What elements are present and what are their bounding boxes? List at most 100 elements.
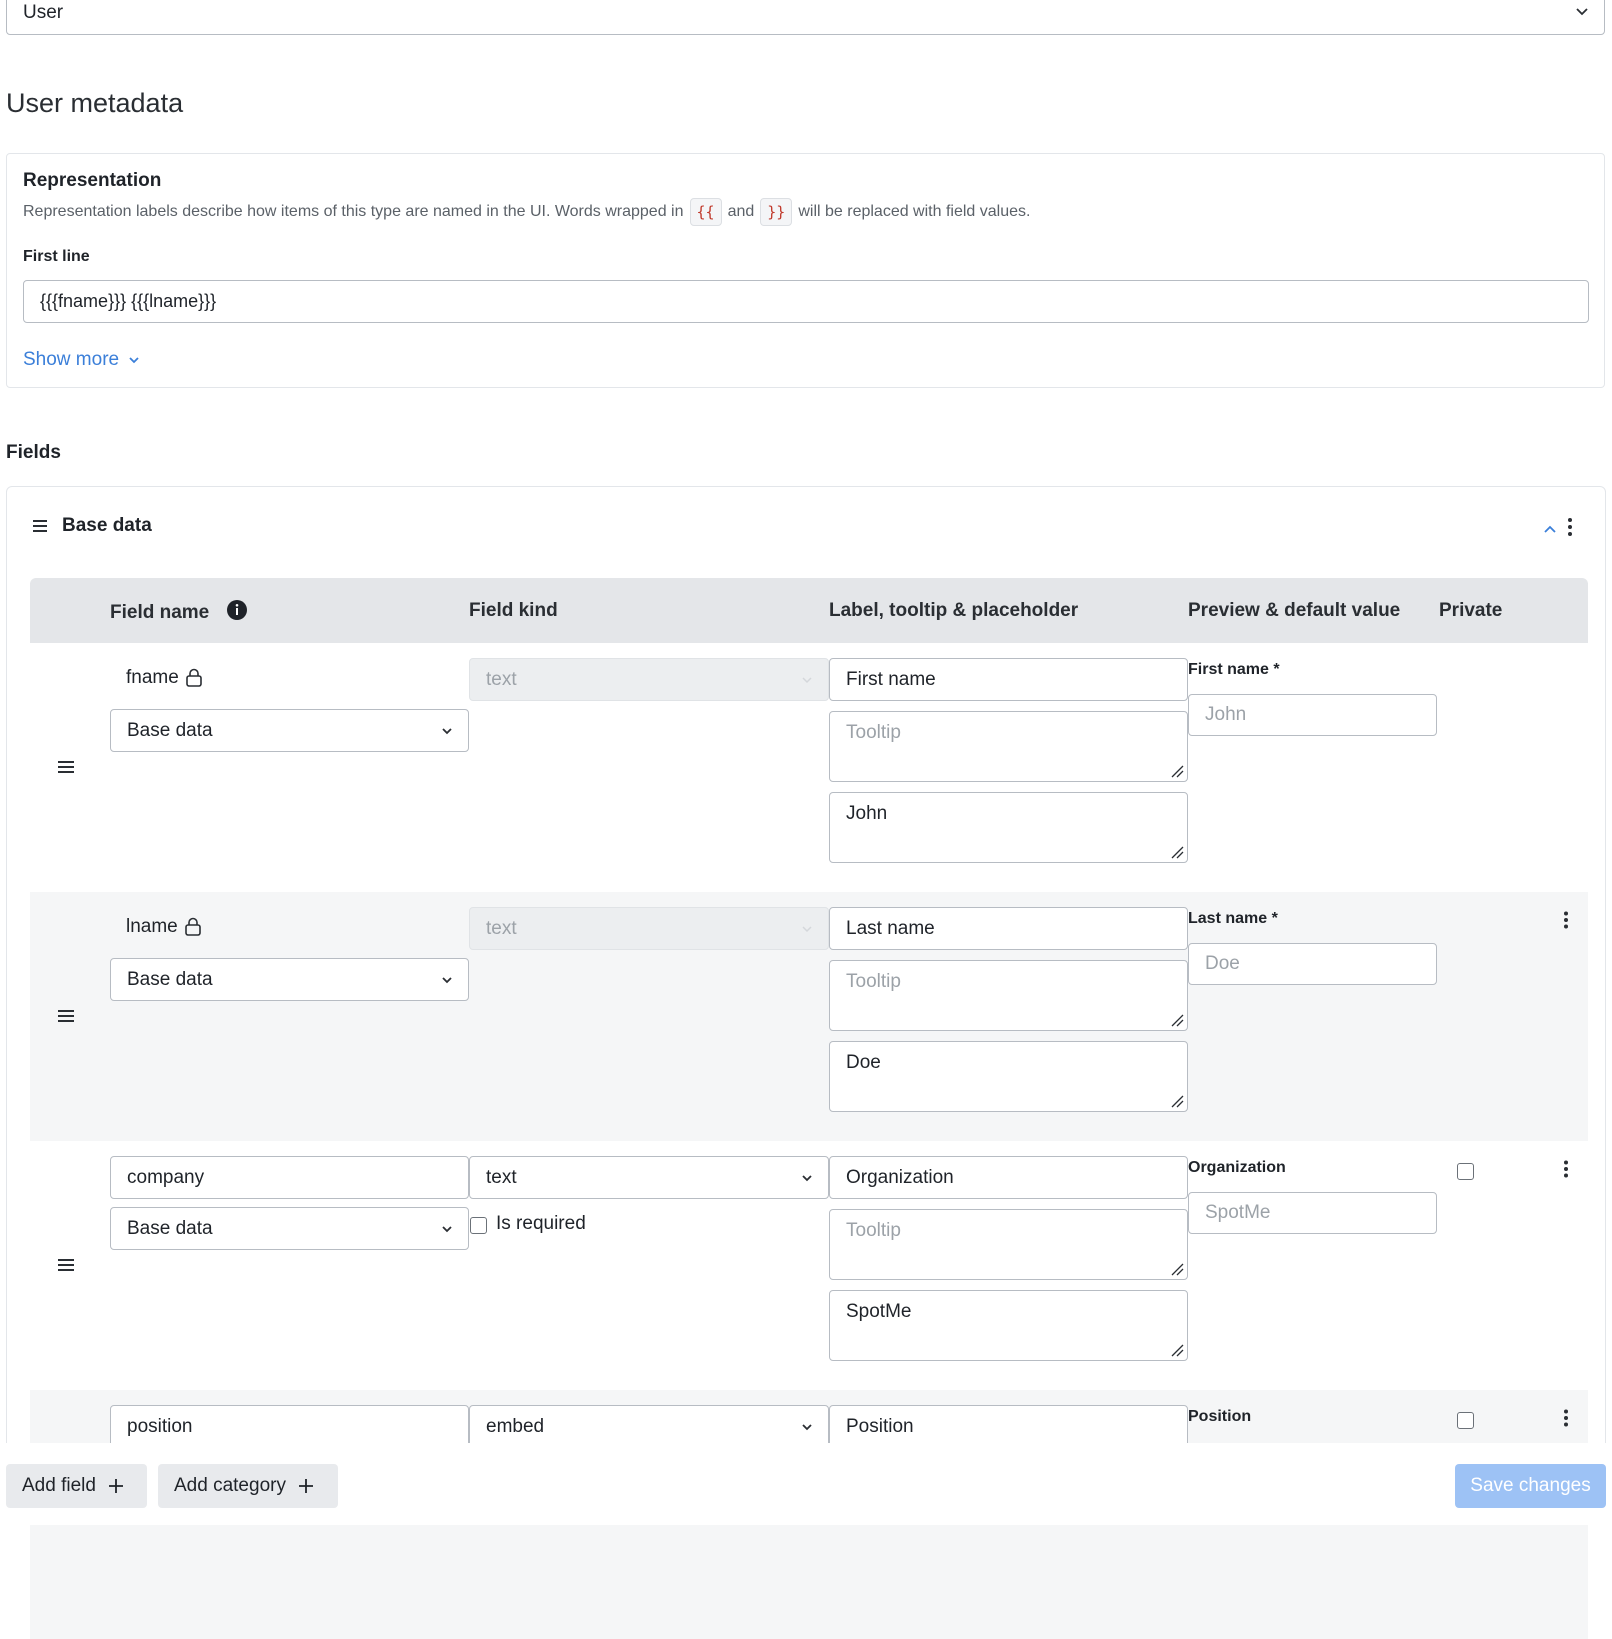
- field-name-input[interactable]: position: [110, 1405, 469, 1448]
- resize-grip-icon[interactable]: [1170, 1094, 1184, 1108]
- label-input[interactable]: First name: [829, 658, 1188, 701]
- preview-input[interactable]: SpotMe: [1188, 1192, 1437, 1234]
- tooltip-textarea[interactable]: Tooltip: [829, 960, 1188, 1031]
- private-checkbox[interactable]: [1457, 1163, 1474, 1180]
- chevron-up-icon[interactable]: [1542, 521, 1558, 537]
- chevron-down-icon: [442, 1226, 452, 1233]
- chevron-down-icon: [802, 926, 812, 933]
- resize-grip-icon[interactable]: [1170, 1013, 1184, 1027]
- category-select-value: Base data: [127, 968, 213, 990]
- type-select-value: User: [23, 1, 64, 23]
- field-kind-value: embed: [486, 1415, 545, 1437]
- private-checkbox[interactable]: [1457, 1412, 1474, 1429]
- field-kind-select: text: [469, 658, 829, 701]
- representation-description: Representation labels describe how items…: [23, 198, 1030, 226]
- plus-icon: [108, 1479, 123, 1493]
- desc-before: Representation labels describe how items…: [23, 203, 684, 220]
- open-token: {{: [689, 198, 722, 226]
- bottom-action-bar: Add field Add category Save changes: [0, 1443, 1612, 1525]
- chevron-down-icon: [802, 1175, 812, 1182]
- header-preview: Preview & default value: [1188, 600, 1401, 621]
- lock-icon: [186, 668, 202, 687]
- placeholder-textarea[interactable]: SpotMe: [829, 1290, 1188, 1361]
- label-input-value: Position: [846, 1415, 914, 1437]
- representation-title: Representation: [23, 170, 162, 191]
- is-required-label: Is required: [496, 1213, 586, 1234]
- first-line-input[interactable]: {{{fname}}} {{{lname}}}: [23, 280, 1589, 323]
- add-field-button[interactable]: Add field: [6, 1464, 147, 1508]
- type-select[interactable]: User: [6, 0, 1605, 35]
- add-field-label: Add field: [22, 1475, 96, 1496]
- table-header: Field name Field kind Label, tooltip & p…: [30, 578, 1588, 643]
- save-changes-button[interactable]: Save changes: [1455, 1464, 1606, 1508]
- label-input[interactable]: Position: [829, 1405, 1188, 1448]
- category-select[interactable]: Base data: [110, 958, 469, 1001]
- fields-heading: Fields: [6, 442, 61, 463]
- placeholder-value: Doe: [846, 1052, 881, 1073]
- field-name-value: lname: [126, 916, 178, 937]
- header-field-name: Field name: [110, 600, 247, 624]
- preview-placeholder: John: [1205, 704, 1247, 725]
- desc-after: will be replaced with field values.: [798, 203, 1031, 220]
- info-icon[interactable]: [226, 600, 247, 620]
- chevron-down-icon: [802, 677, 812, 684]
- field-name-input[interactable]: company: [110, 1156, 469, 1199]
- first-line-label: First line: [23, 248, 90, 265]
- more-vertical-icon[interactable]: [1563, 1409, 1569, 1427]
- category-select-value: Base data: [127, 1217, 213, 1239]
- category-select[interactable]: Base data: [110, 1207, 469, 1250]
- field-name-value: company: [127, 1166, 205, 1188]
- drag-handle-icon[interactable]: [31, 517, 49, 535]
- resize-grip-icon[interactable]: [1170, 1262, 1184, 1276]
- drag-handle-icon[interactable]: [58, 1009, 74, 1023]
- preview-input[interactable]: John: [1188, 694, 1437, 736]
- field-kind-select[interactable]: embed: [469, 1405, 829, 1448]
- chevron-down-icon: [1576, 8, 1588, 16]
- tooltip-textarea[interactable]: Tooltip: [829, 711, 1188, 782]
- category-title: Base data: [62, 515, 152, 536]
- field-kind-value: text: [486, 668, 517, 690]
- add-category-button[interactable]: Add category: [158, 1464, 338, 1508]
- resize-grip-icon[interactable]: [1170, 1343, 1184, 1357]
- placeholder-value: SpotMe: [846, 1301, 912, 1322]
- more-vertical-icon[interactable]: [1567, 517, 1573, 537]
- show-more-label: Show more: [23, 349, 120, 370]
- label-input[interactable]: Organization: [829, 1156, 1188, 1199]
- table-row: lname Base data text Last name Tooltip D…: [30, 892, 1588, 1141]
- desc-and: and: [727, 203, 755, 220]
- chevron-down-icon: [129, 357, 139, 364]
- preview-label: First name *: [1188, 661, 1280, 678]
- preview-input[interactable]: Doe: [1188, 943, 1437, 985]
- label-input[interactable]: Last name: [829, 907, 1188, 950]
- label-input-value: Last name: [846, 917, 935, 939]
- is-required-checkbox[interactable]: [470, 1217, 487, 1234]
- field-name-text: lname: [126, 916, 202, 938]
- category-select[interactable]: Base data: [110, 709, 469, 752]
- drag-handle-icon[interactable]: [58, 1258, 74, 1272]
- preview-placeholder: Doe: [1205, 953, 1240, 974]
- tooltip-textarea[interactable]: Tooltip: [829, 1209, 1188, 1280]
- drag-handle-icon[interactable]: [58, 760, 74, 774]
- show-more-link[interactable]: Show more: [23, 349, 141, 371]
- chevron-down-icon: [802, 1424, 812, 1431]
- field-kind-value: text: [486, 1166, 517, 1188]
- field-name-text: fname: [126, 667, 203, 689]
- placeholder-textarea[interactable]: John: [829, 792, 1188, 863]
- preview-placeholder: SpotMe: [1205, 1202, 1271, 1223]
- close-token: }}: [760, 198, 793, 226]
- preview-label: Last name *: [1188, 910, 1278, 927]
- more-vertical-icon[interactable]: [1563, 1160, 1569, 1178]
- resize-grip-icon[interactable]: [1170, 764, 1184, 778]
- more-vertical-icon[interactable]: [1563, 911, 1569, 929]
- placeholder-textarea[interactable]: Doe: [829, 1041, 1188, 1112]
- tooltip-placeholder: Tooltip: [846, 722, 901, 743]
- page-title: User metadata: [6, 88, 184, 118]
- resize-grip-icon[interactable]: [1170, 845, 1184, 859]
- field-kind-value: text: [486, 917, 517, 939]
- tooltip-placeholder: Tooltip: [846, 1220, 901, 1241]
- field-kind-select[interactable]: text: [469, 1156, 829, 1199]
- table-row: company Base data text Is required Organ…: [30, 1141, 1588, 1390]
- preview-label: Position: [1188, 1408, 1252, 1425]
- representation-card: Representation Representation labels des…: [6, 153, 1605, 388]
- preview-label: Organization: [1188, 1159, 1286, 1176]
